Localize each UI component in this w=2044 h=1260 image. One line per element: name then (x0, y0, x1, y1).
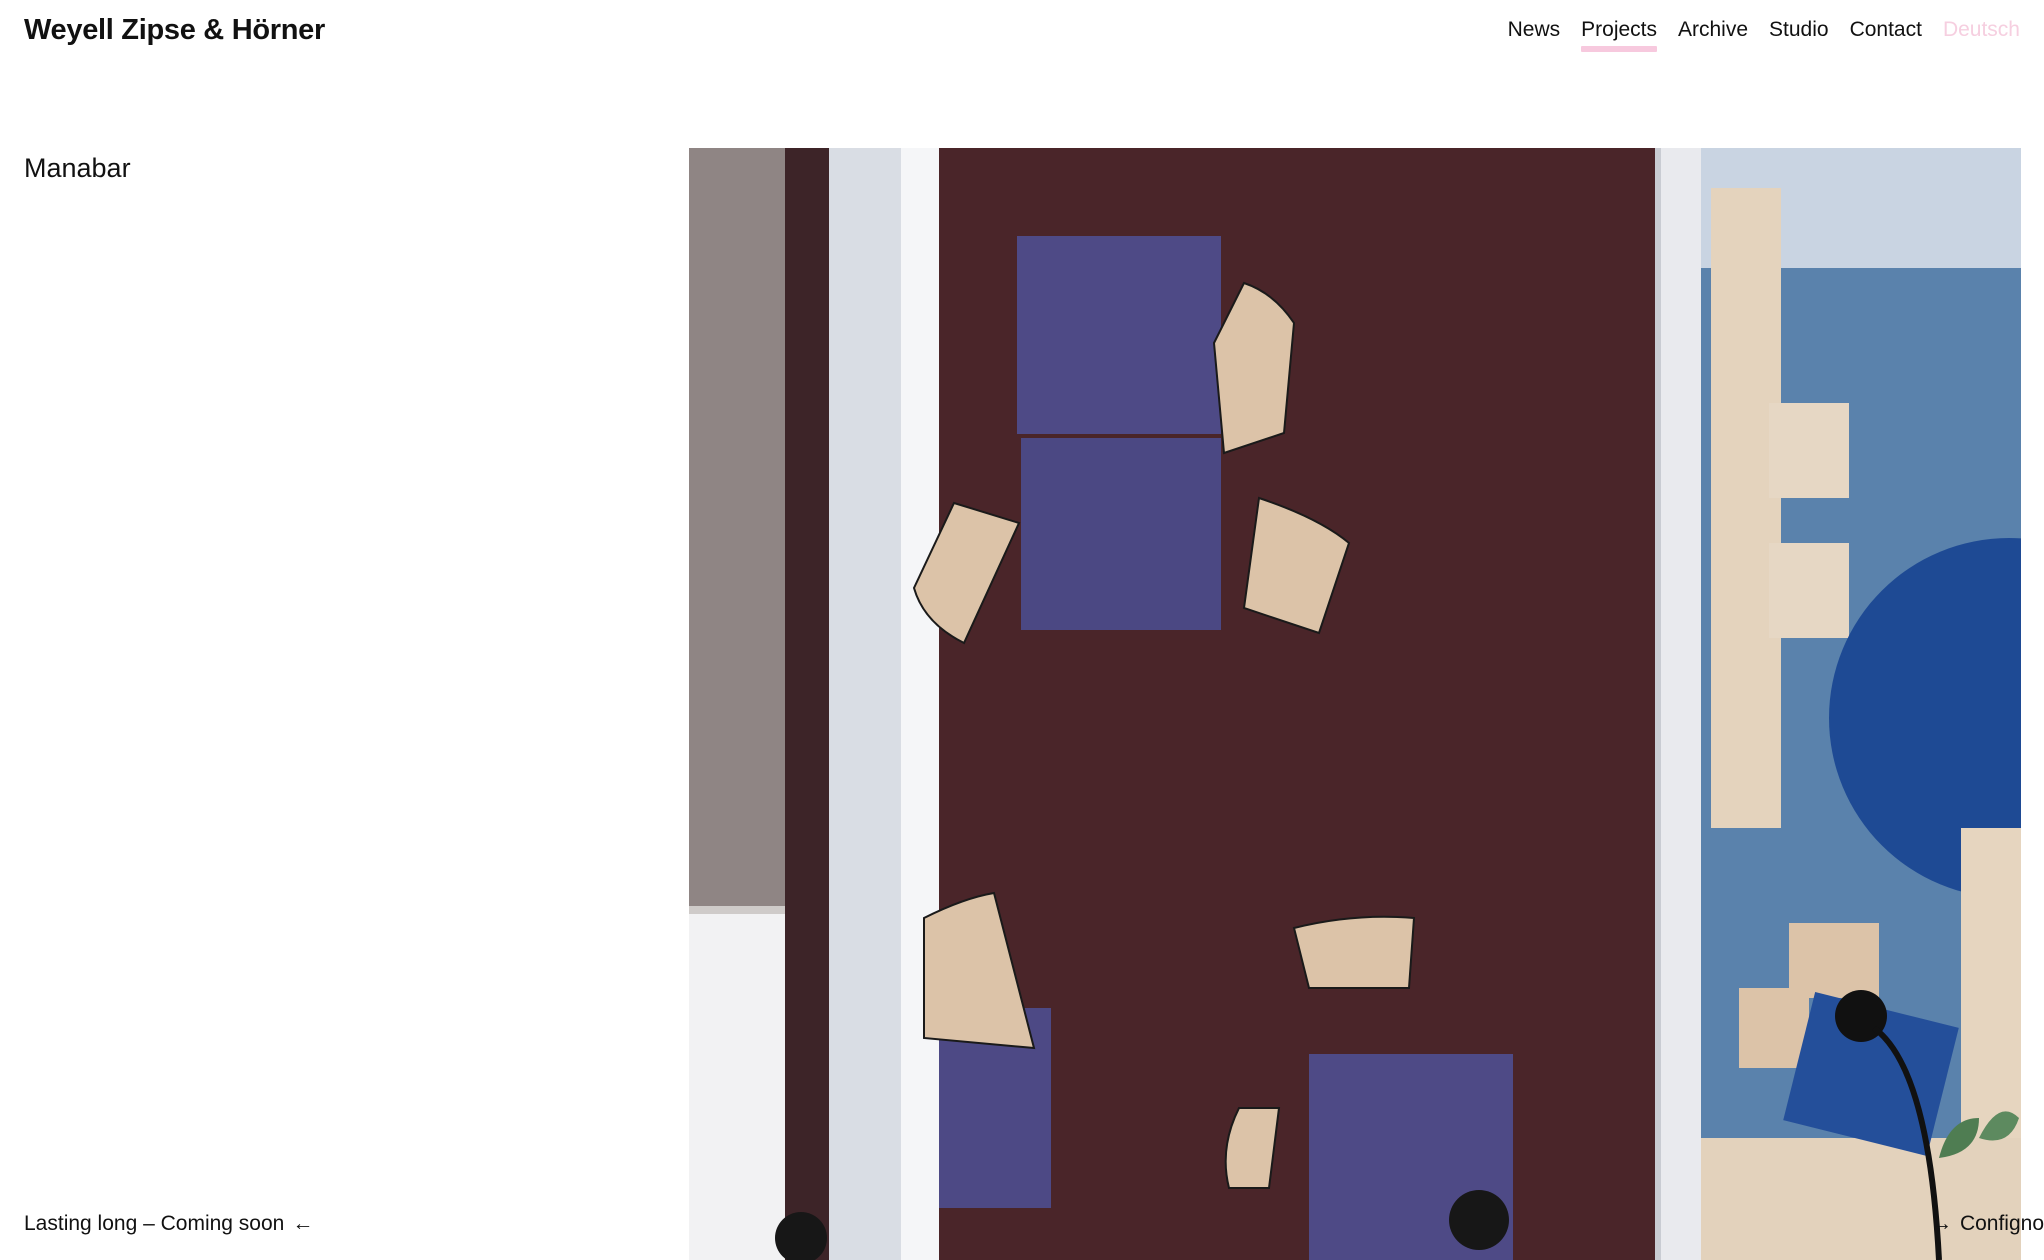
prev-project-link[interactable]: Lasting long – Coming soon ← (24, 1212, 313, 1236)
next-project-link[interactable]: → Configno (1931, 1212, 2044, 1236)
next-project-label: Configno (1959, 1212, 2044, 1235)
main-nav: News Projects Archive Studio Contact Deu… (1487, 18, 2020, 52)
page: Weyell Zipse & Hörner News Projects Arch… (0, 0, 2044, 1260)
nav-item-archive[interactable]: Archive (1678, 18, 1748, 52)
language-switch[interactable]: Deutsch (1943, 18, 2020, 52)
nav-item-contact[interactable]: Contact (1850, 18, 1922, 52)
nav-item-studio[interactable]: Studio (1769, 18, 1829, 52)
nav-item-projects[interactable]: Projects (1581, 18, 1657, 52)
site-logo[interactable]: Weyell Zipse & Hörner (24, 14, 325, 47)
prev-project-label: Lasting long – Coming soon (24, 1212, 285, 1235)
project-title: Manabar (24, 153, 131, 183)
arrow-left-icon: ← (292, 1212, 314, 1235)
nav-item-news[interactable]: News (1508, 18, 1561, 52)
project-image[interactable] (689, 148, 2021, 1260)
arrow-right-icon: → (1930, 1212, 1952, 1235)
model-photo (689, 148, 2021, 1260)
